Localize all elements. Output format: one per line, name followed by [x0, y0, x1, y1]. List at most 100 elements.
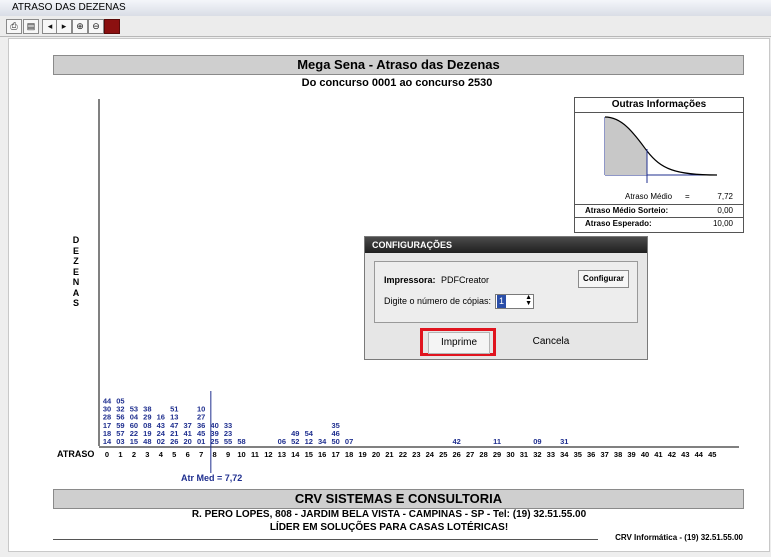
x-tick-label: 28	[479, 450, 487, 459]
copies-label: Digite o número de cópias:	[384, 296, 492, 306]
dezena-label: 13	[170, 413, 178, 422]
x-tick-label: 40	[641, 450, 649, 459]
dezena-label: 58	[237, 437, 245, 446]
dezena-label: 03	[116, 437, 124, 446]
zoom-out-icon[interactable]: ⊖	[88, 19, 104, 34]
spin-arrows-icon[interactable]: ▲ ▼	[525, 294, 532, 307]
config-dialog: CONFIGURAÇÕES Impressora: PDFCreator Con…	[364, 236, 648, 360]
x-tick-label: 16	[318, 450, 326, 459]
info-mean-value: 7,72	[717, 192, 733, 201]
dezena-label: 02	[157, 437, 165, 446]
dezena-label: 39	[210, 429, 218, 438]
dezena-label: 20	[184, 437, 192, 446]
dezena-label: 30	[103, 405, 111, 414]
x-tick-label: 41	[654, 450, 662, 459]
x-tick-label: 39	[627, 450, 635, 459]
copies-stepper[interactable]: 1 ▲ ▼	[495, 294, 534, 309]
x-tick-label: 23	[412, 450, 420, 459]
dezena-label: 43	[157, 421, 165, 430]
info-sorteio-row: Atraso Médio Sorteio: 0,00	[575, 204, 743, 217]
density-curve	[604, 116, 718, 183]
cancel-button[interactable]: Cancela	[516, 332, 586, 352]
x-tick-label: 24	[426, 450, 435, 459]
dezena-label: 53	[130, 405, 138, 414]
exit-icon[interactable]	[104, 19, 120, 34]
dezena-label: 49	[291, 429, 299, 438]
print-button[interactable]: Imprime	[428, 332, 490, 354]
x-tick-label: 7	[199, 450, 203, 459]
dezena-label: 12	[305, 437, 313, 446]
x-tick-label: 19	[358, 450, 366, 459]
printer-value: PDFCreator	[441, 275, 490, 285]
dezena-label: 19	[143, 429, 151, 438]
x-tick-label: 13	[278, 450, 286, 459]
dezena-label: 21	[170, 429, 178, 438]
dezena-label: 01	[197, 437, 205, 446]
dezena-label: 60	[130, 421, 138, 430]
x-tick-label: 18	[345, 450, 353, 459]
x-tick-label: 35	[574, 450, 582, 459]
dezena-label: 51	[170, 405, 178, 414]
x-tick-label: 6	[186, 450, 190, 459]
x-tick-label: 8	[213, 450, 217, 459]
dezena-label: 17	[103, 421, 111, 430]
footer-rule	[53, 539, 598, 540]
x-tick-label: 14	[291, 450, 300, 459]
dezena-label: 38	[143, 405, 151, 414]
footer-text: CRV Informática - (19) 32.51.55.00	[615, 533, 743, 542]
x-tick-label: 26	[453, 450, 461, 459]
x-tick-label: 12	[264, 450, 272, 459]
toolbar: ⎙ ▤ ◂ ▸ ⊕ ⊖	[0, 16, 771, 37]
zoom-in-icon[interactable]: ⊕	[72, 19, 88, 34]
x-tick-label: 30	[506, 450, 514, 459]
configure-button[interactable]: Configurar	[578, 270, 629, 288]
x-axis-label: ATRASO	[57, 449, 95, 459]
mean-label: Atr Med = 7,72	[181, 473, 243, 483]
x-tick-label: 4	[159, 450, 164, 459]
x-tick-label: 29	[493, 450, 501, 459]
cancel-button-label: Cancela	[532, 336, 570, 347]
x-tick-label: 42	[668, 450, 676, 459]
info-mean-label: Atraso Médio	[625, 192, 673, 201]
dezena-label: 37	[184, 421, 192, 430]
x-tick-label: 34	[560, 450, 569, 459]
x-tick-label: 3	[145, 450, 149, 459]
print-setup-icon[interactable]: ▤	[23, 19, 39, 34]
info-mean-eq: =	[685, 192, 690, 201]
dezena-label: 52	[291, 437, 299, 446]
x-tick-label: 9	[226, 450, 230, 459]
x-tick-label: 43	[681, 450, 689, 459]
x-tick-label: 31	[520, 450, 528, 459]
x-tick-label: 32	[533, 450, 541, 459]
dezena-label: 07	[345, 437, 353, 446]
print-icon[interactable]: ⎙	[6, 19, 22, 34]
x-tick-label: 11	[251, 450, 259, 459]
info-esperado-value: 10,00	[712, 219, 733, 228]
dezena-label: 34	[318, 437, 327, 446]
x-tick-label: 22	[399, 450, 407, 459]
dezena-label: 57	[116, 429, 124, 438]
x-tick-label: 1	[118, 450, 122, 459]
dezena-label: 50	[331, 437, 339, 446]
info-esperado-row: Atraso Esperado: 10,00	[575, 217, 743, 230]
next-page-icon[interactable]: ▸	[56, 19, 72, 34]
x-tick-label: 38	[614, 450, 622, 459]
dezena-label: 05	[116, 397, 124, 406]
dezena-label: 24	[157, 429, 166, 438]
dezena-label: 27	[197, 413, 205, 422]
info-sorteio-label: Atraso Médio Sorteio:	[585, 206, 669, 215]
dezena-label: 15	[130, 437, 138, 446]
dezena-label: 09	[533, 437, 541, 446]
dezena-label: 14	[103, 437, 112, 446]
dezena-label: 10	[197, 405, 205, 414]
info-sorteio-value: 0,00	[717, 206, 733, 215]
dezena-label: 45	[197, 429, 205, 438]
dezena-label: 06	[278, 437, 286, 446]
dezena-label: 47	[170, 421, 178, 430]
copies-value[interactable]: 1	[497, 295, 507, 308]
dezena-label: 18	[103, 429, 111, 438]
dialog-title: CONFIGURAÇÕES	[365, 237, 647, 253]
dezena-label: 11	[493, 437, 501, 446]
dezena-label: 35	[331, 421, 339, 430]
dezena-label: 59	[116, 421, 124, 430]
